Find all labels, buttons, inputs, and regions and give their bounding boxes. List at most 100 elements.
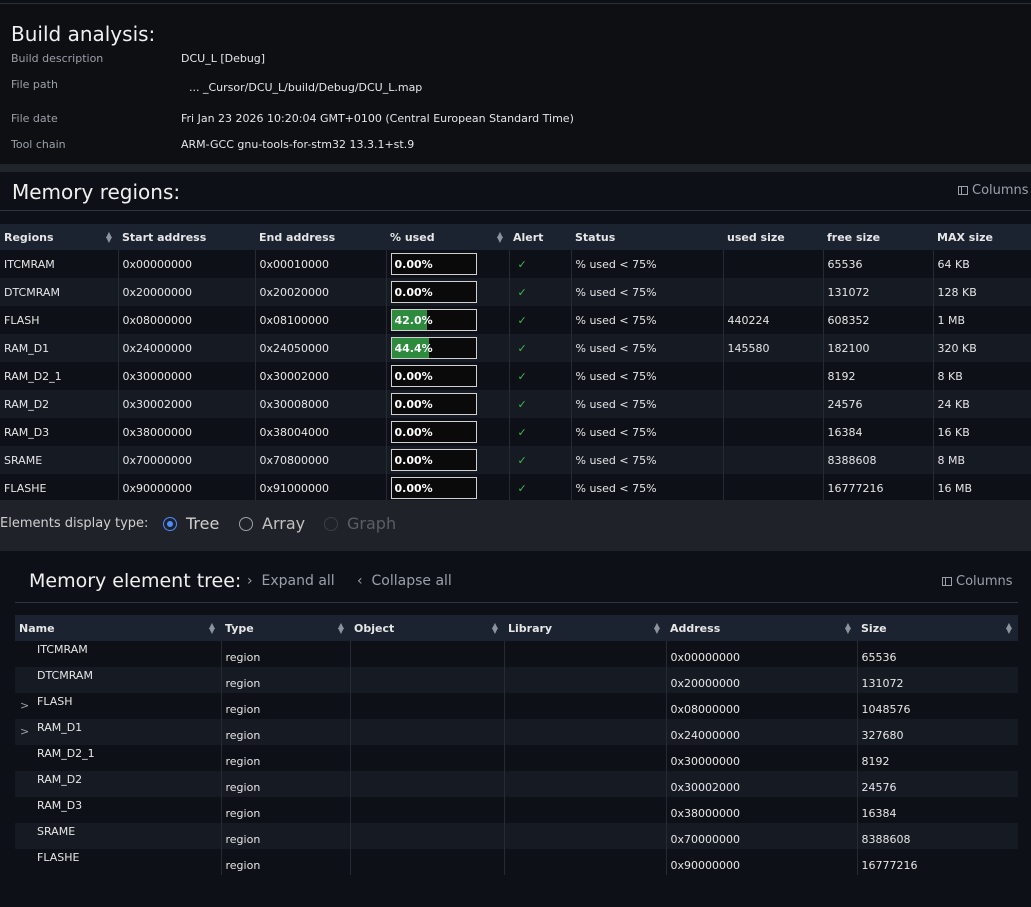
region-row[interactable]: SRAME 0x70000000 0x70800000 0.00% ✓% used < … bbox=[0, 446, 1031, 474]
tree-row[interactable]: DTCMRAM region 0x20000000 131072 bbox=[15, 667, 1018, 693]
col-header-pct-used[interactable]: % used ▲ ▼ bbox=[386, 224, 509, 250]
usage-bar-label: 0.00% bbox=[394, 286, 433, 299]
region-pct-used-cell: 0.00% bbox=[386, 390, 510, 418]
tool-chain-label: Tool chain bbox=[11, 138, 66, 151]
region-free-size: 16384 bbox=[823, 418, 934, 446]
col-header-alert[interactable]: Alert bbox=[509, 224, 571, 250]
region-status: % used < 75% bbox=[571, 362, 724, 390]
tree-type: region bbox=[221, 849, 351, 875]
usage-bar: 44.4% bbox=[390, 337, 477, 359]
region-end-address: 0x30008000 bbox=[255, 390, 387, 418]
tree-row[interactable]: ITCMRAM region 0x00000000 65536 bbox=[15, 641, 1018, 667]
build-description-label: Build description bbox=[11, 52, 104, 65]
region-end-address: 0x38004000 bbox=[255, 418, 387, 446]
build-analysis-panel: Build analysis: Build description DCU_L … bbox=[0, 3, 1031, 164]
tree-name-cell: SRAME bbox=[15, 823, 222, 849]
tree-name-cell: RAM_D3 bbox=[15, 797, 222, 823]
region-row[interactable]: RAM_D2 0x30002000 0x30008000 0.00% ✓% used <… bbox=[0, 390, 1031, 418]
tree-columns-button[interactable]: Columns bbox=[942, 574, 1013, 589]
col-header-address[interactable]: Address ▲ ▼ bbox=[666, 615, 857, 641]
col-header-used-size[interactable]: used size bbox=[723, 224, 823, 250]
region-end-address: 0x08100000 bbox=[255, 306, 387, 334]
usage-bar: 0.00% bbox=[390, 449, 477, 471]
tree-row[interactable]: > RAM_D1 region 0x24000000 327680 bbox=[15, 719, 1018, 745]
region-max-size: 320 KB bbox=[933, 334, 1031, 362]
tree-address: 0x00000000 bbox=[666, 641, 858, 667]
region-used-size: 145580 bbox=[723, 334, 824, 362]
tree-row[interactable]: RAM_D2_1 region 0x30000000 8192 bbox=[15, 745, 1018, 771]
col-header-type[interactable]: Type ▲ ▼ bbox=[221, 615, 350, 641]
region-end-address: 0x70800000 bbox=[255, 446, 387, 474]
tree-library bbox=[504, 849, 667, 875]
region-row[interactable]: FLASH 0x08000000 0x08100000 42.0% ✓% used < … bbox=[0, 306, 1031, 334]
col-header-start-address[interactable]: Start address bbox=[118, 224, 255, 250]
region-max-size: 8 MB bbox=[933, 446, 1031, 474]
tree-title-rule bbox=[15, 602, 1018, 603]
col-header-end-address[interactable]: End address bbox=[255, 224, 386, 250]
radio-array[interactable]: Array bbox=[239, 514, 305, 533]
regions-columns-button[interactable]: Columns bbox=[958, 183, 1029, 198]
chevron-right-icon[interactable]: > bbox=[20, 699, 29, 712]
region-end-address: 0x24050000 bbox=[255, 334, 387, 362]
region-start-address: 0x30002000 bbox=[118, 390, 256, 418]
col-header-object[interactable]: Object ▲ ▼ bbox=[350, 615, 504, 641]
region-row[interactable]: RAM_D1 0x24000000 0x24050000 44.4% ✓% used <… bbox=[0, 334, 1031, 362]
tree-size: 1048576 bbox=[857, 693, 1018, 719]
tree-node-name: FLASH bbox=[37, 695, 73, 708]
tree-address: 0x30002000 bbox=[666, 771, 858, 797]
file-path-value: ... _Cursor/DCU_L/build/Debug/DCU_L.map bbox=[189, 81, 423, 94]
tree-row[interactable]: SRAME region 0x70000000 8388608 bbox=[15, 823, 1018, 849]
region-pct-used-cell: 44.4% bbox=[386, 334, 510, 362]
region-max-size: 16 KB bbox=[933, 418, 1031, 446]
region-pct-used-cell: 0.00% bbox=[386, 250, 510, 278]
tree-row[interactable]: RAM_D2 region 0x30002000 24576 bbox=[15, 771, 1018, 797]
region-free-size: 24576 bbox=[823, 390, 934, 418]
region-free-size: 182100 bbox=[823, 334, 934, 362]
col-header-library[interactable]: Library ▲ ▼ bbox=[504, 615, 666, 641]
radio-array-label: Array bbox=[262, 514, 306, 533]
col-header-max-size[interactable]: MAX size bbox=[933, 224, 1031, 250]
usage-bar: 0.00% bbox=[390, 477, 477, 499]
region-pct-used-cell: 0.00% bbox=[386, 362, 510, 390]
tree-type: region bbox=[221, 771, 351, 797]
tree-row[interactable]: FLASHE region 0x90000000 16777216 bbox=[15, 849, 1018, 875]
radio-tree[interactable]: Tree bbox=[163, 514, 219, 533]
col-header-name[interactable]: Name ▲ ▼ bbox=[15, 615, 221, 641]
col-header-free-size[interactable]: free size bbox=[823, 224, 933, 250]
region-row[interactable]: ITCMRAM 0x00000000 0x00010000 0.00% ✓% used … bbox=[0, 250, 1031, 278]
collapse-all-button[interactable]: ‹ Collapse all bbox=[357, 573, 452, 589]
region-row[interactable]: FLASHE 0x90000000 0x91000000 0.00% ✓% used <… bbox=[0, 474, 1031, 502]
col-header-status[interactable]: Status bbox=[571, 224, 723, 250]
region-row[interactable]: DTCMRAM 0x20000000 0x20020000 0.00% ✓% used … bbox=[0, 278, 1031, 306]
section-divider bbox=[0, 164, 1031, 172]
expand-all-button[interactable]: › Expand all bbox=[247, 573, 335, 589]
chevron-right-icon: › bbox=[247, 573, 253, 589]
tree-columns-label: Columns bbox=[956, 574, 1013, 589]
region-row[interactable]: RAM_D2_1 0x30000000 0x30002000 0.00% ✓% used… bbox=[0, 362, 1031, 390]
tree-library bbox=[504, 719, 667, 745]
region-free-size: 65536 bbox=[823, 250, 934, 278]
usage-bar: 0.00% bbox=[390, 393, 477, 415]
region-status: % used < 75% bbox=[571, 306, 724, 334]
tree-row[interactable]: > FLASH region 0x08000000 1048576 bbox=[15, 693, 1018, 719]
col-header-size[interactable]: Size ▲ ▼ bbox=[857, 615, 1018, 641]
chevron-left-icon: ‹ bbox=[357, 573, 363, 589]
region-status: % used < 75% bbox=[571, 278, 724, 306]
region-free-size: 131072 bbox=[823, 278, 934, 306]
check-icon: ✓ bbox=[509, 362, 572, 390]
region-name: FLASH bbox=[0, 306, 119, 334]
chevron-right-icon[interactable]: > bbox=[20, 725, 29, 738]
region-row[interactable]: RAM_D3 0x38000000 0x38004000 0.00% ✓% used <… bbox=[0, 418, 1031, 446]
usage-bar-label: 0.00% bbox=[394, 426, 433, 439]
usage-bar-label: 44.4% bbox=[394, 342, 433, 355]
tree-node-name: ITCMRAM bbox=[37, 643, 88, 656]
build-description-value: DCU_L [Debug] bbox=[181, 52, 266, 65]
tree-library bbox=[504, 745, 667, 771]
region-start-address: 0x90000000 bbox=[118, 474, 256, 502]
tree-type: region bbox=[221, 719, 351, 745]
region-max-size: 128 KB bbox=[933, 278, 1031, 306]
region-end-address: 0x20020000 bbox=[255, 278, 387, 306]
col-header-regions[interactable]: Regions ▲ ▼ bbox=[0, 224, 118, 250]
tree-row[interactable]: RAM_D3 region 0x38000000 16384 bbox=[15, 797, 1018, 823]
sort-icon: ▲ ▼ bbox=[208, 621, 215, 635]
